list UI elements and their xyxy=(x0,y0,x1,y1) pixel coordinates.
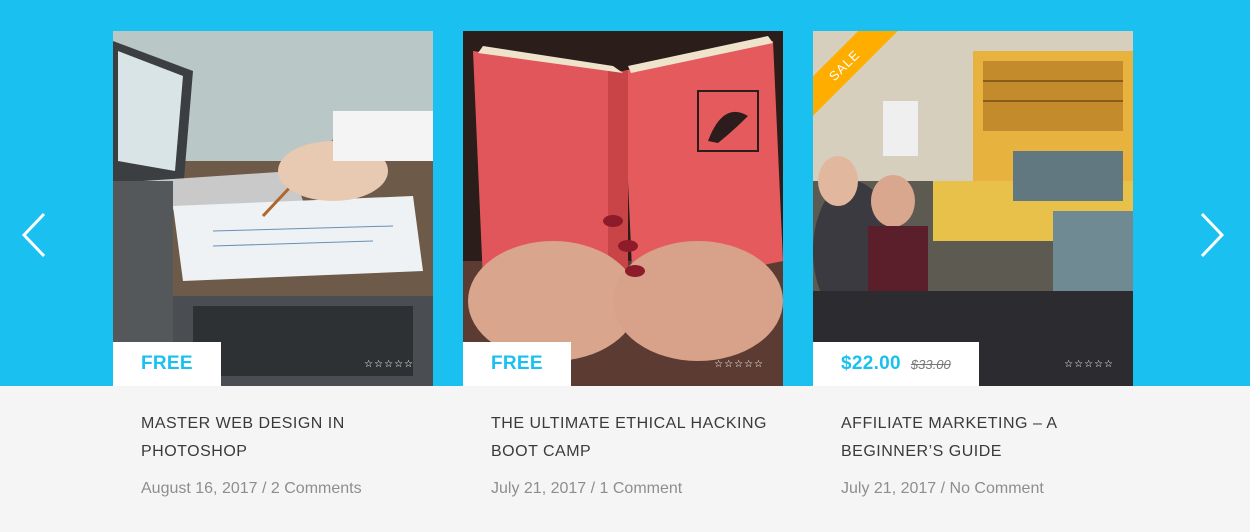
course-meta: August 16, 2017 / 2 Comments xyxy=(141,480,441,498)
star-outline-icon: ☆ xyxy=(1104,359,1113,370)
chevron-right-icon xyxy=(1200,212,1225,258)
course-info: THE ULTIMATE ETHICAL HACKING BOOT CAMP J… xyxy=(491,410,791,498)
course-card[interactable]: FREE ☆ ☆ ☆ ☆ ☆ xyxy=(463,31,783,386)
comments-link[interactable]: 1 Comment xyxy=(600,480,683,497)
post-date: July 21, 2017 xyxy=(841,480,937,497)
price-tag: FREE xyxy=(463,342,571,386)
course-thumbnail[interactable]: FREE ☆ ☆ ☆ ☆ ☆ xyxy=(113,31,433,386)
price-tag: FREE xyxy=(113,342,221,386)
laptop-desk-image xyxy=(113,31,433,386)
carousel-next-button[interactable] xyxy=(1190,210,1230,260)
star-outline-icon: ☆ xyxy=(374,359,384,370)
course-thumbnail[interactable]: FREE ☆ ☆ ☆ ☆ ☆ xyxy=(463,31,783,386)
star-outline-icon: ☆ xyxy=(744,359,754,370)
course-meta: July 21, 2017 / 1 Comment xyxy=(491,480,791,498)
meta-separator: / xyxy=(257,480,271,497)
post-date: August 16, 2017 xyxy=(141,480,258,497)
star-outline-icon: ☆ xyxy=(394,359,404,370)
comments-link[interactable]: 2 Comments xyxy=(271,480,362,497)
star-outline-icon: ☆ xyxy=(384,359,394,370)
course-thumbnail[interactable]: SALE $22.00 $33.00 ☆ ☆ ☆ ☆ ☆ xyxy=(813,31,1133,386)
star-outline-icon: ☆ xyxy=(1084,359,1094,370)
rating-stars: ☆ ☆ ☆ ☆ ☆ xyxy=(364,360,413,370)
course-card[interactable]: FREE ☆ ☆ ☆ ☆ ☆ xyxy=(113,31,433,386)
course-title-link[interactable]: THE ULTIMATE ETHICAL HACKING BOOT CAMP xyxy=(491,410,791,466)
post-date: July 21, 2017 xyxy=(491,480,587,497)
price-tag: $22.00 $33.00 xyxy=(813,342,979,386)
sale-label: SALE xyxy=(825,46,863,84)
star-outline-icon: ☆ xyxy=(754,359,763,370)
price-label: $22.00 xyxy=(841,353,901,374)
star-outline-icon: ☆ xyxy=(714,359,724,370)
old-price-label: $33.00 xyxy=(910,356,951,372)
price-label: FREE xyxy=(141,353,193,374)
course-info: MASTER WEB DESIGN IN PHOTOSHOP August 16… xyxy=(141,410,441,498)
rating-stars: ☆ ☆ ☆ ☆ ☆ xyxy=(714,360,763,370)
star-outline-icon: ☆ xyxy=(364,359,374,370)
star-outline-icon: ☆ xyxy=(1094,359,1104,370)
star-outline-icon: ☆ xyxy=(1074,359,1084,370)
sale-ribbon: SALE xyxy=(813,31,903,121)
course-title-link[interactable]: MASTER WEB DESIGN IN PHOTOSHOP xyxy=(141,410,441,466)
carousel-prev-button[interactable] xyxy=(16,210,56,260)
star-outline-icon: ☆ xyxy=(1064,359,1074,370)
meta-separator: / xyxy=(586,480,600,497)
meta-separator: / xyxy=(936,480,950,497)
chevron-left-icon xyxy=(21,212,46,258)
course-title-link[interactable]: AFFILIATE MARKETING – A BEGINNER’S GUIDE xyxy=(841,410,1141,466)
price-label: FREE xyxy=(491,353,543,374)
reading-book-image xyxy=(463,31,783,386)
star-outline-icon: ☆ xyxy=(404,359,413,370)
star-outline-icon: ☆ xyxy=(724,359,734,370)
rating-stars: ☆ ☆ ☆ ☆ ☆ xyxy=(1064,360,1113,370)
comments-link[interactable]: No Comment xyxy=(950,480,1044,497)
course-info: AFFILIATE MARKETING – A BEGINNER’S GUIDE… xyxy=(841,410,1141,498)
course-card[interactable]: SALE $22.00 $33.00 ☆ ☆ ☆ ☆ ☆ xyxy=(813,31,1133,386)
course-meta: July 21, 2017 / No Comment xyxy=(841,480,1141,498)
star-outline-icon: ☆ xyxy=(734,359,744,370)
